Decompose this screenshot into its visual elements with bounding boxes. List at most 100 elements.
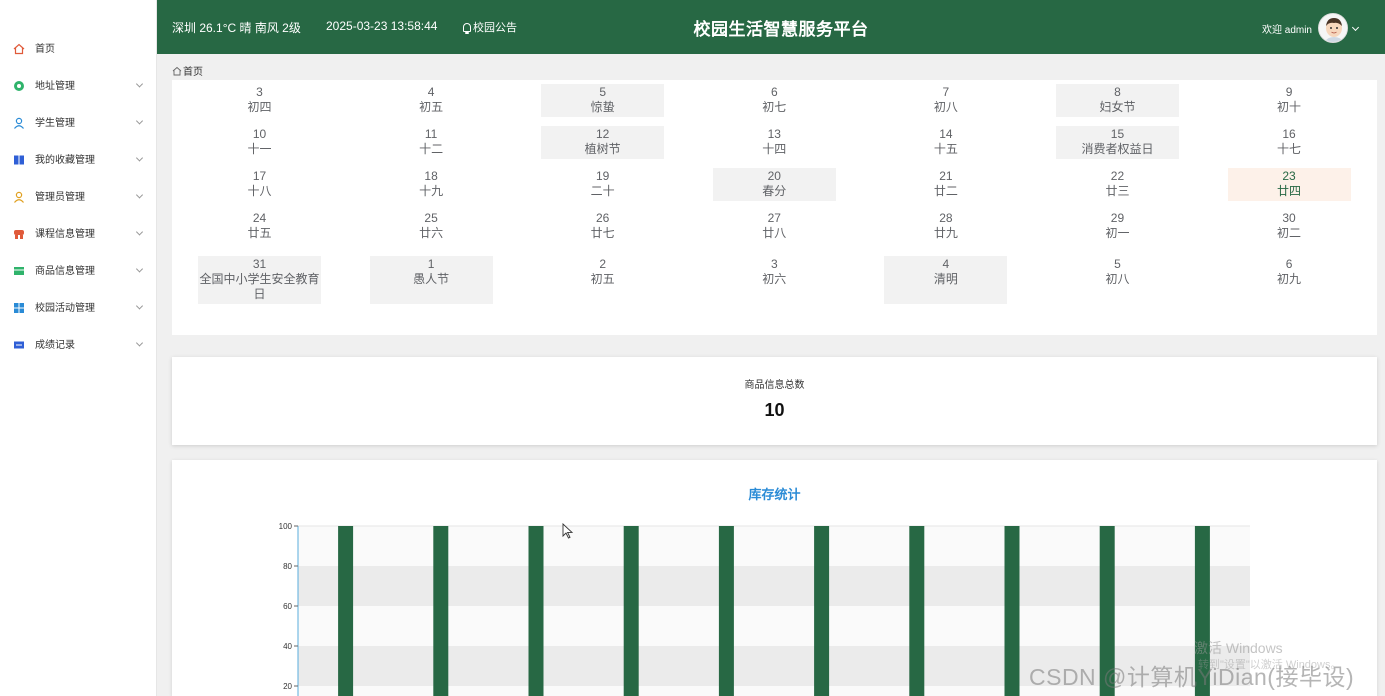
calendar-day[interactable]: 3 初四 [198, 84, 321, 117]
calendar-day[interactable]: 3 初六 [713, 256, 836, 304]
calendar-day[interactable]: 2 初五 [541, 256, 664, 304]
book-icon [13, 153, 25, 165]
chart-bar [433, 526, 449, 696]
calendar-day[interactable]: 28 廿九 [884, 210, 1007, 243]
calendar-day-sub: 初八 [933, 100, 958, 114]
calendar-day[interactable]: 31 全国中小学生安全教育日 [198, 256, 321, 304]
calendar-day-sub: 十四 [762, 142, 787, 156]
calendar-day-sub: 愚人节 [413, 272, 450, 286]
calendar-day-number: 29 [1110, 211, 1125, 225]
calendar-day[interactable]: 12 植树节 [541, 126, 665, 159]
calendar-day-sub: 初二 [1277, 226, 1302, 240]
calendar-day-sub: 廿七 [590, 226, 615, 240]
calendar-day[interactable]: 6 初九 [1228, 256, 1351, 304]
calendar-day-number: 15 [1110, 127, 1125, 141]
calendar-day[interactable]: 6 初七 [713, 84, 836, 117]
home-icon [13, 42, 25, 54]
user-menu[interactable]: 欢迎 admin [1261, 13, 1360, 43]
calendar-day[interactable]: 29 初一 [1056, 210, 1179, 243]
calendar-day-sub: 廿九 [933, 226, 958, 240]
sidebar-item-label: 首页 [35, 44, 55, 55]
stat-label: 商品信息总数 [744, 380, 805, 391]
calendar-day[interactable]: 17 十八 [198, 168, 321, 201]
calendar-day[interactable]: 4 清明 [884, 256, 1008, 304]
calendar-day[interactable]: 11 十二 [370, 126, 493, 159]
calendar-day[interactable]: 18 十九 [370, 168, 493, 201]
sidebar-item-4[interactable]: 管理员管理 [0, 177, 156, 214]
calendar-day-number: 8 [1114, 85, 1121, 99]
sidebar-item-label: 我的收藏管理 [35, 155, 95, 166]
calendar-day[interactable]: 16 十七 [1228, 126, 1351, 159]
calendar-day-number: 2 [599, 257, 607, 271]
calendar-day[interactable]: 8 妇女节 [1055, 84, 1179, 117]
sidebar: 首页地址管理学生管理我的收藏管理 管理员管理课程信息管理商品信息管理校园活动管理成… [0, 0, 157, 696]
sidebar-item-0[interactable]: 首页 [0, 29, 156, 66]
sidebar-item-label: 地址管理 [35, 81, 75, 92]
y-tick-label: 20 [283, 682, 292, 691]
calendar-day[interactable]: 13 十四 [713, 126, 836, 159]
chevron-down-icon [135, 338, 144, 347]
sidebar-item-6[interactable]: 商品信息管理 [0, 251, 156, 288]
calendar-day-sub: 全国中小学生安全教育日 [199, 272, 320, 301]
calendar-day-sub: 清明 [933, 272, 958, 286]
calendar-day[interactable]: 4 初五 [370, 84, 493, 117]
calendar-day[interactable]: 1 愚人节 [369, 256, 493, 304]
calendar-day-today[interactable]: 23 廿四 [1227, 168, 1351, 201]
sidebar-item-2[interactable]: 学生管理 [0, 103, 156, 140]
calendar-day[interactable]: 5 初八 [1056, 256, 1179, 304]
sidebar-item-label: 校园活动管理 [35, 303, 95, 314]
sidebar-item-label: 课程信息管理 [35, 229, 95, 240]
calendar-day-number: 24 [252, 211, 267, 225]
calendar-day-sub: 廿六 [419, 226, 444, 240]
chart-bar [1004, 526, 1020, 696]
calendar-day-sub: 植树节 [584, 142, 621, 156]
calendar-day-sub: 消费者权益日 [1081, 142, 1154, 156]
calendar-day[interactable]: 21 廿二 [884, 168, 1007, 201]
sidebar-item-label: 学生管理 [35, 118, 75, 129]
calendar-day-number: 6 [1285, 257, 1293, 271]
course-icon [13, 227, 25, 239]
welcome-text: 欢迎 admin [1261, 24, 1312, 36]
sidebar-item-label: 管理员管理 [35, 192, 85, 203]
calendar-day-sub: 十九 [419, 184, 444, 198]
sidebar-item-3[interactable]: 我的收藏管理 [0, 140, 156, 177]
calendar-day[interactable]: 9 初十 [1228, 84, 1351, 117]
calendar-day[interactable]: 10 十一 [198, 126, 321, 159]
calendar-day-sub: 廿四 [1277, 184, 1302, 198]
sidebar-item-1[interactable]: 地址管理 [0, 66, 156, 103]
stat-value: 10 [764, 400, 785, 420]
calendar-day-sub: 廿二 [933, 184, 958, 198]
sidebar-item-8[interactable]: 成绩记录 [0, 325, 156, 362]
calendar-day[interactable]: 14 十五 [884, 126, 1007, 159]
calendar-day[interactable]: 19 二十 [541, 168, 664, 201]
avatar[interactable] [1318, 13, 1348, 43]
y-tick-label: 100 [279, 522, 293, 531]
calendar-day[interactable]: 15 消费者权益日 [1055, 126, 1179, 159]
breadcrumb-home[interactable]: 首页 [183, 63, 203, 78]
sidebar-item-7[interactable]: 校园活动管理 [0, 288, 156, 325]
calendar-day[interactable]: 5 惊蛰 [541, 84, 665, 117]
y-tick-label: 80 [283, 562, 292, 571]
calendar-day-number: 18 [424, 169, 438, 183]
calendar-day-number: 9 [1285, 85, 1293, 99]
calendar-day[interactable]: 7 初八 [884, 84, 1007, 117]
calendar-day-number: 4 [942, 257, 950, 271]
calendar-day[interactable]: 27 廿八 [713, 210, 836, 243]
calendar-day-number: 14 [939, 127, 953, 141]
calendar-day-number: 5 [1114, 257, 1121, 271]
calendar-day[interactable]: 22 廿三 [1056, 168, 1179, 201]
calendar-day[interactable]: 24 廿五 [198, 210, 321, 243]
calendar-day[interactable]: 20 春分 [712, 168, 836, 201]
breadcrumb: 首页 [172, 63, 203, 78]
admin-icon [13, 190, 25, 203]
chart-bar [623, 526, 639, 696]
goods-icon [13, 264, 25, 276]
calendar-day-sub: 初六 [762, 272, 787, 286]
calendar-day[interactable]: 26 廿七 [541, 210, 664, 243]
top-header: 深圳 26.1°C 晴 南风 2级 2025-03-23 13:58:44 校园… [157, 0, 1385, 54]
mouse-cursor-icon [562, 523, 574, 539]
sidebar-item-5[interactable]: 课程信息管理 [0, 214, 156, 251]
calendar-day[interactable]: 25 廿六 [370, 210, 493, 243]
chevron-down-icon [135, 79, 144, 88]
calendar-day[interactable]: 30 初二 [1228, 210, 1351, 243]
